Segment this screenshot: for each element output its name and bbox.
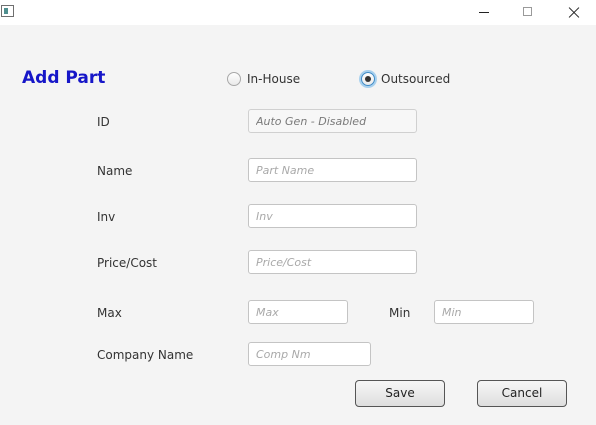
minimize-icon[interactable] — [461, 0, 507, 25]
radio-selected-icon[interactable] — [361, 72, 375, 86]
radio-circle-icon[interactable] — [227, 72, 241, 86]
max-field[interactable] — [248, 300, 348, 324]
save-button[interactable]: Save — [355, 380, 445, 407]
cancel-button[interactable]: Cancel — [477, 380, 567, 407]
app-window-icon — [1, 5, 14, 17]
outsourced-radio[interactable]: Outsourced — [361, 70, 450, 88]
price-cost-field[interactable] — [248, 250, 417, 274]
inv-field[interactable] — [248, 204, 417, 228]
name-label: Name — [97, 164, 133, 178]
id-field — [248, 109, 417, 133]
max-label: Max — [97, 306, 122, 320]
min-field[interactable] — [434, 300, 534, 324]
maximize-icon[interactable] — [505, 0, 551, 25]
price-cost-label: Price/Cost — [97, 256, 157, 270]
id-label: ID — [97, 115, 110, 129]
company-name-field[interactable] — [248, 342, 371, 366]
close-icon[interactable] — [550, 0, 596, 25]
name-field[interactable] — [248, 158, 417, 182]
inv-label: Inv — [97, 210, 116, 224]
in-house-label[interactable]: In-House — [247, 72, 300, 86]
outsourced-label[interactable]: Outsourced — [381, 72, 450, 86]
company-name-label: Company Name — [97, 348, 194, 362]
page-title: Add Part — [22, 68, 106, 88]
in-house-radio[interactable]: In-House — [227, 70, 300, 88]
title-bar — [0, 0, 596, 25]
min-label: Min — [389, 306, 411, 320]
